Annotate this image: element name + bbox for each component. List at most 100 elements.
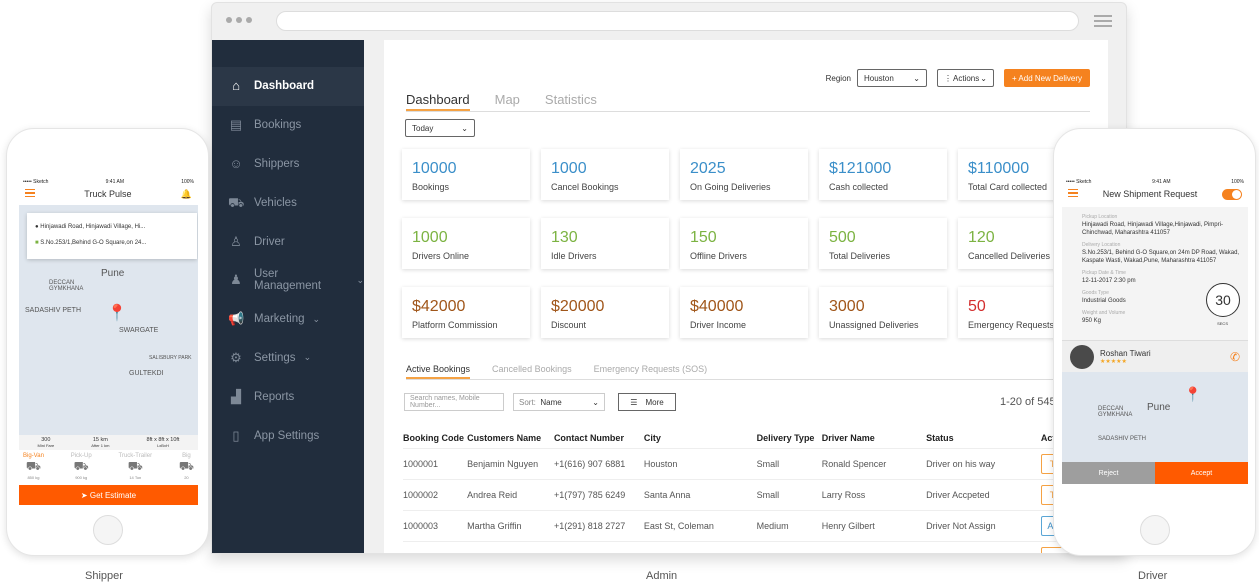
app-header: Truck Pulse 🔔: [19, 187, 198, 201]
navigate-icon: ➤: [80, 490, 90, 500]
status-bar: ••••• Sketch 9:41 AM 100%: [1062, 177, 1248, 187]
app-title: Truck Pulse: [84, 189, 132, 199]
stat-card[interactable]: 1000 Cancel Bookings: [541, 149, 669, 200]
sidebar-item-driver[interactable]: ♙ Driver: [212, 222, 364, 261]
add-new-delivery-button[interactable]: + Add New Delivery: [1003, 69, 1090, 87]
search-input[interactable]: Search names, Mobile Number...: [404, 393, 504, 411]
tab-statistics[interactable]: Statistics: [545, 92, 597, 111]
table-cell: Santa Anna: [643, 479, 757, 511]
column-header[interactable]: Contact Number: [553, 428, 644, 449]
stat-value: $121000: [829, 160, 892, 177]
stat-card[interactable]: 130 Idle Drivers: [541, 218, 669, 269]
region-select[interactable]: Houston ⌄: [856, 69, 927, 87]
actions-dropdown[interactable]: ⋮ Actions ⌄: [936, 69, 994, 87]
hamburger-icon[interactable]: [1068, 188, 1078, 200]
stat-card[interactable]: $42000 Platform Commission: [402, 287, 530, 338]
main-tabs: Dashboard Map Statistics: [406, 92, 1090, 112]
vehicle-capacity: 850 kg: [27, 475, 40, 480]
admin-browser-window: ⌂ Dashboard ▤ Bookings ☺ Shippers ⛟ Vehicles ♙ Dr…: [211, 2, 1127, 554]
carrier: ••••• Sketch: [23, 179, 49, 185]
table-row[interactable]: 1000003 Martha Griffin +1(291) 818 2727 Eas…: [403, 510, 1103, 542]
stat-label: On Going Deliveries: [690, 182, 771, 192]
home-icon: ⌂: [232, 78, 240, 94]
rating-stars: ★★★★★: [1100, 358, 1127, 365]
phone-icon[interactable]: ✆: [1230, 350, 1240, 364]
bookings-icon: ▤: [229, 117, 243, 133]
sort-select[interactable]: Sort: Name ⌄: [513, 393, 605, 411]
availability-toggle[interactable]: [1222, 188, 1242, 200]
actions-label: Actions: [953, 73, 980, 83]
table-row[interactable]: 1000004Donald Park+1(479) 600 8710203 5t…: [403, 541, 1103, 553]
sidebar-item-user-management[interactable]: ♟ User Management ⌄: [212, 261, 364, 300]
stat-label: Drivers Online: [412, 251, 470, 261]
bell-icon[interactable]: 🔔: [181, 189, 192, 200]
stat-card[interactable]: $20000 Discount: [541, 287, 669, 338]
tab-map[interactable]: Map: [495, 92, 520, 111]
vehicle-option[interactable]: Big-Van ⛟ 850 kg: [23, 453, 44, 480]
sidebar-item-vehicles[interactable]: ⛟ Vehicles: [212, 183, 364, 222]
sidebar-item-app-settings[interactable]: ▯ App Settings: [212, 416, 364, 455]
vehicle-option[interactable]: Pick-Up ⛟ 900 kg: [71, 453, 92, 480]
url-bar[interactable]: [276, 11, 1079, 31]
driver-map[interactable]: Pune DECCAN GYMKHANA SADASHIV PETH 📍: [1062, 372, 1248, 462]
sidebar-item-bookings[interactable]: ▤ Bookings: [212, 106, 364, 145]
stat-card[interactable]: $40000 Driver Income: [680, 287, 808, 338]
column-header[interactable]: Status: [926, 428, 1041, 449]
sidebar-item-settings[interactable]: ⚙ Settings ⌄: [212, 339, 364, 378]
stat-card[interactable]: 150 Offline Drivers: [680, 218, 808, 269]
stat-label: Cash collected: [829, 182, 889, 192]
booking-tabs: Active Bookings Cancelled Bookings Emerg…: [406, 364, 1090, 380]
stat-label: Total Deliveries: [829, 251, 891, 261]
avatar: [1070, 344, 1094, 369]
column-header[interactable]: City: [643, 428, 757, 449]
chevron-down-icon: ⌄: [592, 397, 599, 407]
stat-card[interactable]: 3000 Unassigned Deliveries: [819, 287, 947, 338]
stat-card[interactable]: 1000 Drivers Online: [402, 218, 530, 269]
stat-card[interactable]: 500 Total Deliveries: [819, 218, 947, 269]
stat-card[interactable]: 10000 Bookings: [402, 149, 530, 200]
menu-icon[interactable]: [1094, 15, 1112, 30]
bookings-table: Booking Code Customers Name Contact Number…: [403, 428, 1103, 553]
stat-card[interactable]: 2025 On Going Deliveries: [680, 149, 808, 200]
table-cell: Ronald Spencer: [821, 448, 927, 480]
tab-active-bookings[interactable]: Active Bookings: [406, 364, 471, 379]
home-button[interactable]: [93, 515, 123, 545]
tab-cancelled-bookings[interactable]: Cancelled Bookings: [492, 364, 572, 379]
period-select[interactable]: Today ⌄: [405, 119, 475, 137]
delivery-label: Delivery Location: [1082, 242, 1121, 248]
accept-button[interactable]: Accept: [1155, 462, 1248, 484]
sidebar-item-shippers[interactable]: ☺ Shippers: [212, 145, 364, 184]
column-header[interactable]: Delivery Type: [756, 428, 822, 449]
column-header[interactable]: Customers Name: [467, 428, 554, 449]
driver-icon: ♙: [230, 233, 242, 249]
stat-value: 10000: [412, 160, 457, 177]
table-cell: Small: [756, 448, 822, 480]
pickup-label: Pickup Location: [1082, 214, 1118, 220]
vehicle-option[interactable]: Big ⛟ 20: [179, 453, 194, 480]
sidebar-item-marketing[interactable]: 📢 Marketing ⌄: [212, 300, 364, 339]
table-row[interactable]: 1000001 Benjamin Nguyen +1(616) 907 6881 Ho…: [403, 448, 1103, 480]
column-header[interactable]: Driver Name: [821, 428, 927, 449]
column-header[interactable]: Booking Code: [403, 428, 468, 449]
home-button[interactable]: [1140, 515, 1170, 545]
table-cell: East St, Coleman: [643, 510, 757, 542]
stat-value: 130: [551, 229, 578, 246]
tab-dashboard[interactable]: Dashboard: [406, 92, 470, 111]
shipper-map[interactable]: ● Hinjawadi Road, Hinjawadi Village, Hi.…: [19, 205, 198, 435]
vehicle-option[interactable]: Truck-Trailer ⛟ 14 Ton: [119, 453, 153, 480]
hamburger-icon[interactable]: [25, 188, 35, 200]
sidebar-item-label: Marketing: [254, 313, 305, 326]
sidebar-item-reports[interactable]: ▟ Reports: [212, 377, 364, 416]
reject-button[interactable]: Reject: [1062, 462, 1155, 484]
user-icon: ☺: [229, 155, 243, 171]
shipper-screen: ••••• Sketch 9:41 AM 100% Truck Pulse 🔔 ● H…: [19, 177, 198, 505]
more-filters-button[interactable]: ☰ More: [618, 393, 676, 411]
table-row[interactable]: 1000002 Andrea Reid +1(797) 785 6249 Santa …: [403, 479, 1103, 511]
battery: 100%: [1231, 179, 1244, 185]
map-label: DECCAN GYMKHANA: [49, 280, 84, 292]
sidebar-item-dashboard[interactable]: ⌂ Dashboard: [212, 67, 364, 106]
get-estimate-button[interactable]: ➤ Get Estimate: [19, 485, 198, 505]
tab-emergency-requests[interactable]: Emergency Requests (SOS): [594, 364, 708, 379]
stat-value: $40000: [690, 298, 744, 315]
stat-card[interactable]: $121000 Cash collected: [819, 149, 947, 200]
